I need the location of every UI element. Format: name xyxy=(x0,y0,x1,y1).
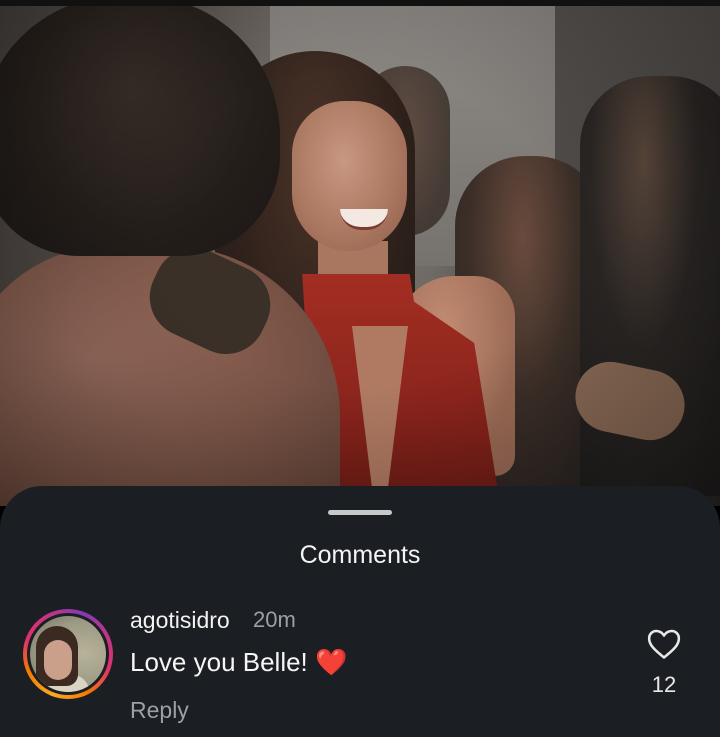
reels-comments-screen: Comments agotisidro 20m Love you Belle! … xyxy=(0,0,720,737)
avatar-face xyxy=(44,640,72,680)
story-ring[interactable] xyxy=(23,609,113,699)
like-count: 12 xyxy=(651,672,677,697)
avatar[interactable] xyxy=(30,616,106,692)
comment-item: agotisidro 20m Love you Belle! ❤️ Reply … xyxy=(0,606,720,726)
comments-sheet: Comments agotisidro 20m Love you Belle! … xyxy=(0,486,720,737)
comment-text: Love you Belle! ❤️ xyxy=(130,647,348,677)
drag-handle[interactable] xyxy=(328,510,392,515)
comment-username[interactable]: agotisidro xyxy=(130,606,230,634)
sheet-title: Comments xyxy=(299,541,421,569)
video-vignette xyxy=(0,6,720,506)
comment-timestamp: 20m xyxy=(253,607,296,632)
video-frame[interactable] xyxy=(0,6,720,506)
reply-button[interactable]: Reply xyxy=(130,696,189,724)
heart-outline-icon[interactable] xyxy=(647,628,681,660)
